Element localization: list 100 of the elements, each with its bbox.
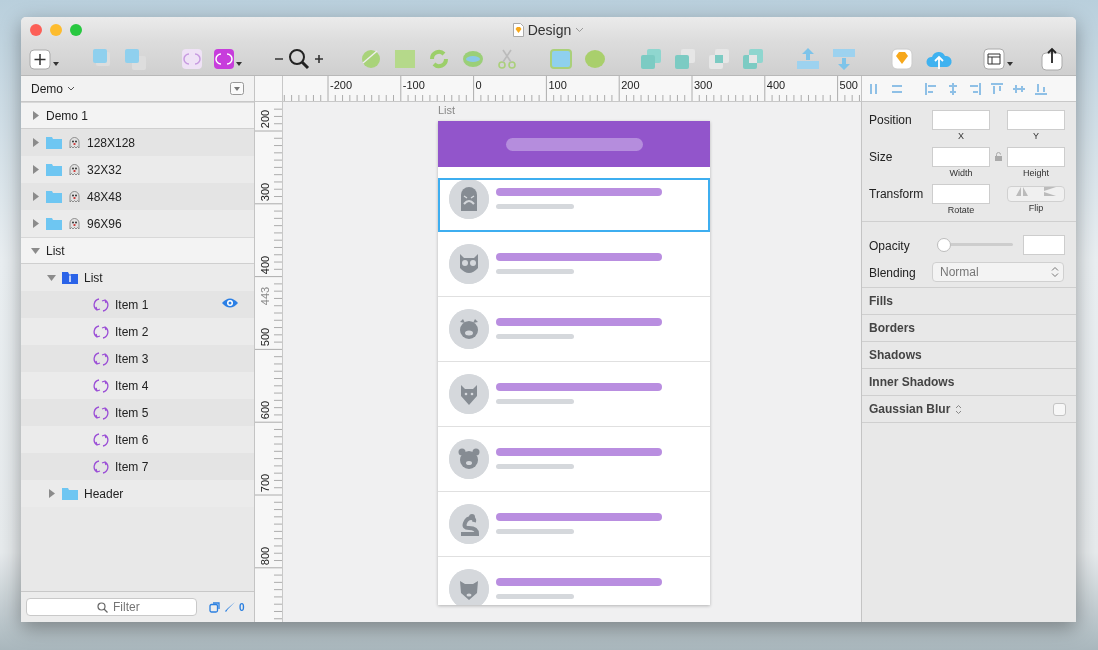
disclosure-triangle-icon[interactable] (31, 219, 40, 228)
symbol-sync-icon (93, 404, 109, 421)
stepper-icon[interactable] (955, 403, 963, 415)
layer-name: Demo 1 (46, 108, 89, 123)
lock-icon[interactable] (995, 152, 1002, 161)
layer-row[interactable]: Item 7 (21, 453, 254, 480)
disclosure-triangle-icon[interactable] (31, 246, 40, 255)
difference-icon[interactable] (741, 46, 765, 71)
minimize-button[interactable] (50, 23, 62, 36)
field-caption: Height (1023, 168, 1049, 178)
forward-icon[interactable] (795, 46, 821, 71)
height-field[interactable] (1007, 147, 1065, 167)
rotate-field[interactable] (932, 184, 990, 204)
symbol-sync-icon (93, 296, 109, 313)
ghost-icon (68, 136, 81, 149)
layer-row[interactable]: Demo 1 (21, 102, 254, 129)
layer-name: Item 5 (115, 405, 149, 420)
section-header[interactable]: Shadows (869, 348, 922, 362)
blending-select[interactable]: Normal (932, 261, 1064, 282)
field-label: Opacity (869, 238, 911, 253)
page-selector[interactable]: Demo (31, 81, 75, 96)
layer-row[interactable]: Item 3 (21, 345, 254, 372)
collapse-pages-icon[interactable] (230, 82, 244, 95)
layer-row[interactable]: List (21, 237, 254, 264)
layer-row[interactable]: Item 5 (21, 399, 254, 426)
disclosure-triangle-icon[interactable] (47, 489, 56, 498)
eye-icon[interactable] (222, 297, 238, 309)
ruler-label: 300 (694, 79, 713, 91)
folder-icon (46, 136, 62, 149)
field-label: Size (869, 149, 894, 164)
width-field[interactable] (932, 147, 990, 167)
opacity-field[interactable] (1023, 234, 1065, 255)
ruler-label: -100 (402, 79, 425, 91)
layer-name: 32X32 (87, 162, 122, 177)
layer-name: Item 3 (115, 351, 149, 366)
disclosure-triangle-icon[interactable] (47, 273, 56, 282)
section-header[interactable]: Borders (869, 321, 915, 335)
copy-icon[interactable] (209, 601, 221, 613)
ruler-label: 500 (839, 79, 858, 91)
symbol-icon[interactable] (181, 46, 203, 71)
ungroup-layers-icon[interactable] (123, 46, 147, 71)
share-icon[interactable] (1041, 46, 1063, 71)
checkbox[interactable] (1053, 402, 1066, 416)
layer-row[interactable]: 48X48 (21, 183, 254, 210)
align-icon[interactable] (924, 81, 938, 96)
zoom-button[interactable] (70, 23, 82, 36)
intersect-icon[interactable] (707, 46, 731, 71)
subtract-icon[interactable] (673, 46, 697, 71)
ruler-label: 300 (259, 181, 271, 203)
ruler-label: 0 (475, 79, 482, 91)
stepper-icon[interactable] (1051, 265, 1059, 278)
align-icon[interactable] (1034, 81, 1048, 96)
layer-row[interactable]: Item 1 (21, 291, 254, 318)
ghost-icon (68, 190, 81, 203)
ruler-label: 100 (548, 79, 567, 91)
filter-field[interactable]: Filter (26, 598, 197, 616)
create-symbol-icon[interactable] (213, 46, 243, 71)
ghost-icon (68, 163, 81, 176)
folder-icon (46, 163, 62, 176)
disclosure-triangle-icon[interactable] (31, 138, 40, 147)
close-button[interactable] (30, 23, 42, 36)
layer-name: Item 1 (115, 297, 149, 312)
opacity-slider[interactable] (937, 237, 1013, 252)
ghost-icon (68, 217, 81, 230)
symbol-sync-icon (93, 377, 109, 394)
y-field[interactable] (1007, 110, 1065, 130)
brush-icon[interactable] (224, 601, 236, 613)
layer-name: 48X48 (87, 189, 122, 204)
align-icon[interactable] (968, 81, 982, 96)
mask-icon[interactable] (549, 46, 573, 71)
window-title: Design (527, 21, 572, 38)
x-field[interactable] (932, 110, 990, 130)
owl-avatar-icon (449, 244, 489, 284)
section-header[interactable]: Gaussian Blur (869, 402, 951, 416)
align-icon[interactable] (946, 81, 960, 96)
field-label: Blending (869, 265, 917, 280)
union-icon[interactable] (639, 46, 663, 71)
ghost-avatar-icon (449, 179, 489, 219)
layer-name: Item 4 (115, 378, 149, 393)
layer-row[interactable]: 128X128 (21, 129, 254, 156)
pig-avatar-icon (449, 309, 489, 349)
disclosure-triangle-icon[interactable] (31, 111, 40, 120)
bear-avatar-icon (449, 439, 489, 479)
align-icon[interactable] (990, 81, 1004, 96)
zoom-icon[interactable] (287, 46, 311, 71)
section-header[interactable]: Fills (869, 294, 893, 308)
folder-icon (62, 487, 78, 500)
disclosure-triangle-icon[interactable] (31, 165, 40, 174)
field-caption: Rotate (947, 205, 975, 215)
field-caption: Y (1033, 131, 1039, 141)
field-label: Transform (869, 186, 925, 201)
section-header[interactable]: Inner Shadows (869, 375, 955, 389)
disclosure-triangle-icon[interactable] (31, 192, 40, 201)
ruler-label: 400 (766, 79, 786, 91)
chevron-down-icon[interactable] (67, 85, 75, 92)
view-layout-icon[interactable] (983, 46, 1015, 71)
field-caption: X (958, 131, 964, 141)
slice-count: 0 (239, 601, 245, 613)
backward-icon[interactable] (831, 46, 857, 71)
insert-plus-icon[interactable] (29, 46, 61, 71)
